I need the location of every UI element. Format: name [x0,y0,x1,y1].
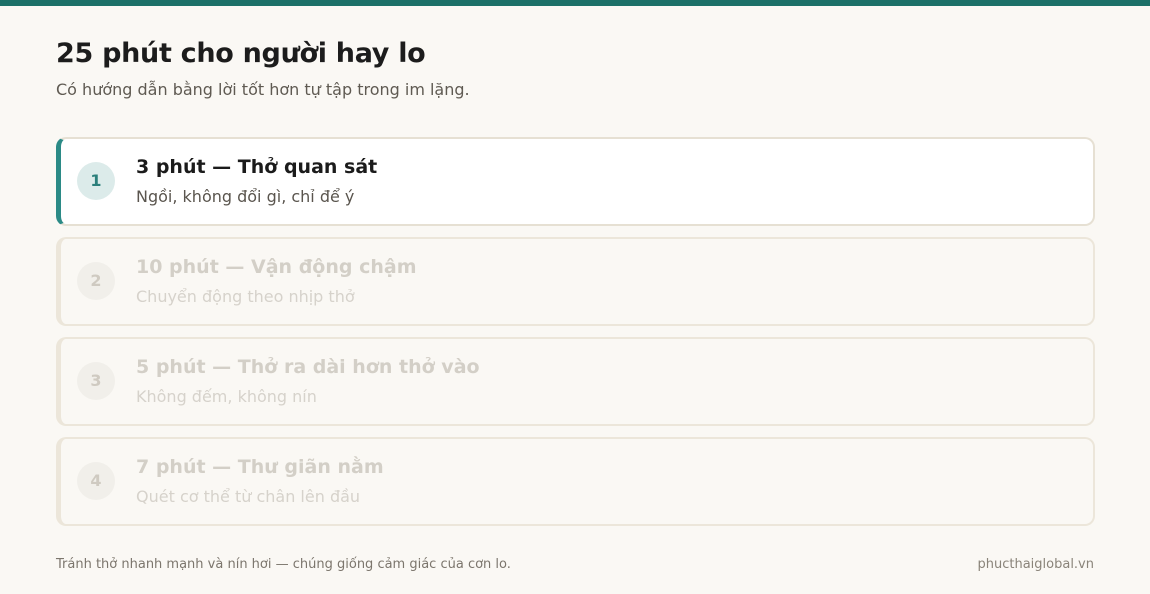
step-list: 1 3 phút — Thở quan sát Ngồi, không đổi … [56,137,1095,537]
footer-note: Tránh thở nhanh mạnh và nín hơi — chúng … [56,557,511,572]
top-accent-bar [0,0,1150,6]
step-item-3[interactable]: 3 5 phút — Thở ra dài hơn thở vào Không … [56,337,1095,426]
step-number-badge: 1 [77,162,115,200]
page-subtitle: Có hướng dẫn bằng lời tốt hơn tự tập tro… [56,80,470,99]
step-number-badge: 3 [77,362,115,400]
step-description: Ngồi, không đổi gì, chỉ để ý [136,187,355,206]
step-number-badge: 4 [77,462,115,500]
page-title: 25 phút cho người hay lo [56,38,426,69]
step-title: 7 phút — Thư giãn nằm [136,456,384,478]
step-item-4[interactable]: 4 7 phút — Thư giãn nằm Quét cơ thể từ c… [56,437,1095,526]
step-number-badge: 2 [77,262,115,300]
step-description: Không đếm, không nín [136,387,317,406]
step-title: 10 phút — Vận động chậm [136,256,417,278]
step-title: 3 phút — Thở quan sát [136,156,378,178]
footer-site-link[interactable]: phucthaiglobal.vn [977,556,1094,574]
step-description: Chuyển động theo nhịp thở [136,287,355,306]
step-item-1[interactable]: 1 3 phút — Thở quan sát Ngồi, không đổi … [56,137,1095,226]
step-item-2[interactable]: 2 10 phút — Vận động chậm Chuyển động th… [56,237,1095,326]
step-title: 5 phút — Thở ra dài hơn thở vào [136,356,480,378]
step-description: Quét cơ thể từ chân lên đầu [136,487,361,506]
